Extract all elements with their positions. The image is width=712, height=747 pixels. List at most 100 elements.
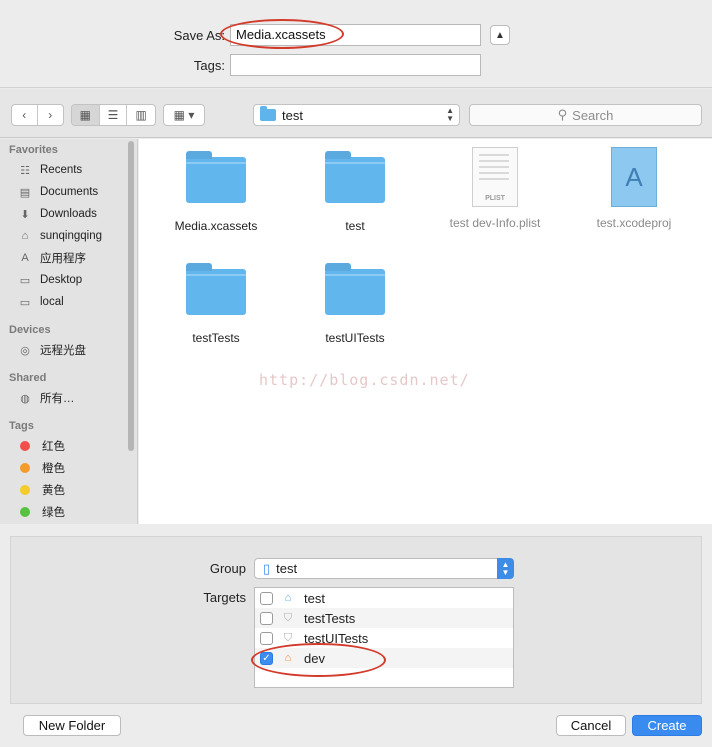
target-name: test	[304, 590, 325, 606]
back-forward-control: ‹ ›	[11, 104, 64, 126]
sidebar-section-devices: Devices	[9, 324, 51, 336]
list-icon: ☰	[107, 108, 119, 122]
forward-button[interactable]: ›	[38, 105, 63, 125]
cancel-button[interactable]: Cancel	[556, 715, 626, 736]
group-popup[interactable]: ▯ test ▲ ▼	[254, 558, 514, 579]
target-row-test[interactable]: ⌂ test	[255, 588, 513, 608]
watermark: http://blog.csdn.net/	[259, 371, 470, 389]
test-target-icon: ⛉	[283, 631, 293, 644]
sidebar-item-recents[interactable]: ☷ Recents	[18, 160, 82, 180]
sidebar-item-remote-disc[interactable]: ◎ 远程光盘	[18, 340, 86, 360]
sidebar-item-documents[interactable]: ▤ Documents	[18, 182, 98, 202]
file-item-xcodeproj[interactable]: A test.xcodeproj	[564, 147, 704, 230]
sidebar-item-label: 所有…	[40, 393, 75, 405]
target-name: testTests	[304, 610, 356, 626]
sidebar-item-label: 红色	[42, 441, 65, 453]
tags-field[interactable]	[230, 54, 481, 76]
sidebar-item-label: Documents	[40, 186, 99, 198]
search-icon: ⚲	[557, 107, 568, 122]
chevron-right-icon: ›	[48, 108, 53, 122]
file-item-media-xcassets[interactable]: Media.xcassets	[146, 151, 286, 233]
sidebar-item-label: local	[40, 296, 64, 308]
folder-icon	[325, 263, 385, 315]
sidebar-item-label: 橙色	[42, 463, 65, 475]
tag-dot-icon	[20, 485, 30, 495]
sidebar-item-label: 远程光盘	[40, 345, 86, 357]
target-checkbox[interactable]	[260, 611, 273, 625]
icon-view-button[interactable]: ▦	[72, 105, 100, 125]
plist-badge: PLIST	[485, 195, 505, 202]
target-checkbox[interactable]	[260, 591, 273, 605]
file-browser: Media.xcassets test PLIST test dev-Info.…	[139, 139, 712, 524]
app-target-icon: ⌂	[284, 592, 292, 604]
file-name: testUITests	[325, 331, 385, 345]
target-checkbox[interactable]	[260, 631, 273, 645]
sidebar-item-label: Desktop	[40, 274, 83, 286]
folder-icon	[325, 151, 385, 203]
save-header: Save As: Media.xcassets ▲ Tags:	[0, 0, 712, 88]
chevron-up-icon: ▲	[495, 29, 505, 41]
sidebar-section-shared: Shared	[9, 372, 47, 384]
annotation-circle	[251, 643, 386, 677]
sidebar-item-desktop[interactable]: ▭ Desktop	[18, 270, 82, 290]
sidebar-section-tags: Tags	[9, 420, 34, 432]
group-file-icon: ▯	[263, 560, 271, 576]
collapse-button[interactable]: ▲	[490, 25, 510, 45]
sidebar-item-all-shared[interactable]: ◍ 所有…	[18, 388, 75, 408]
sidebar-item-label: 绿色	[42, 507, 65, 519]
file-name: test dev-Info.plist	[449, 216, 541, 230]
column-view-button[interactable]: ▥	[127, 105, 155, 125]
disc-icon: ◎	[20, 344, 30, 357]
arrange-grid-icon: ▦ ▾	[173, 108, 195, 122]
file-item-testtests[interactable]: testTests	[146, 263, 286, 345]
file-item-test[interactable]: test	[285, 151, 425, 233]
grid-icon: ▦	[79, 108, 91, 122]
sidebar-item-tag-orange[interactable]: 橙色	[18, 458, 65, 478]
recents-icon: ☷	[20, 164, 30, 177]
group-label: Group	[209, 561, 246, 576]
file-name: test	[345, 219, 365, 233]
back-button[interactable]: ‹	[12, 105, 38, 125]
sidebar-item-label: 应用程序	[40, 253, 86, 265]
sidebar-item-home[interactable]: ⌂ sunqingqing	[18, 226, 102, 246]
sidebar-item-label: Recents	[40, 164, 83, 176]
sidebar-item-label: sunqingqing	[40, 230, 103, 242]
columns-icon: ▥	[135, 108, 147, 122]
target-row-testtests[interactable]: ⛉ testTests	[255, 608, 513, 628]
location-label: test	[282, 107, 303, 123]
sidebar-item-tag-yellow[interactable]: 黄色	[18, 480, 65, 500]
sidebar-item-tag-red[interactable]: 红色	[18, 436, 65, 456]
chevron-left-icon: ‹	[22, 108, 27, 122]
desktop-icon: ▭	[19, 274, 31, 287]
sidebar-item-label: 黄色	[42, 485, 65, 497]
create-button[interactable]: Create	[632, 715, 702, 736]
folder-icon	[260, 106, 276, 121]
arrange-button[interactable]: ▦ ▾	[163, 104, 205, 126]
file-name: test.xcodeproj	[596, 216, 672, 230]
file-item-testuitests[interactable]: testUITests	[285, 263, 425, 345]
sidebar: Favorites ☷ Recents ▤ Documents ⬇ Downlo…	[0, 139, 138, 524]
updown-icon: ▲ ▼	[446, 106, 454, 123]
file-item-plist[interactable]: PLIST test dev-Info.plist	[425, 147, 565, 230]
network-icon: ◍	[20, 392, 30, 405]
save-as-label: Save As:	[173, 28, 225, 43]
sidebar-item-local[interactable]: ▭ local	[18, 292, 64, 312]
annotation-circle	[220, 19, 344, 49]
group-value: test	[276, 561, 298, 576]
tag-dot-icon	[20, 441, 30, 451]
search-placeholder: Search	[572, 107, 614, 123]
file-name: testTests	[192, 331, 240, 345]
new-folder-button[interactable]: New Folder	[23, 715, 121, 736]
sidebar-item-downloads[interactable]: ⬇ Downloads	[18, 204, 97, 224]
tag-dot-icon	[20, 507, 30, 517]
location-popup[interactable]: test ▲ ▼	[253, 104, 460, 126]
sidebar-item-tag-green[interactable]: 绿色	[18, 502, 65, 522]
search-field[interactable]: ⚲ Search	[469, 104, 702, 126]
sidebar-item-applications[interactable]: A 应用程序	[18, 248, 86, 268]
folder-icon	[186, 151, 246, 203]
applications-icon: A	[21, 252, 29, 264]
documents-icon: ▤	[19, 186, 31, 199]
updown-icon: ▲ ▼	[497, 558, 514, 579]
sidebar-scrollbar[interactable]	[128, 141, 134, 451]
list-view-button[interactable]: ☰	[100, 105, 128, 125]
